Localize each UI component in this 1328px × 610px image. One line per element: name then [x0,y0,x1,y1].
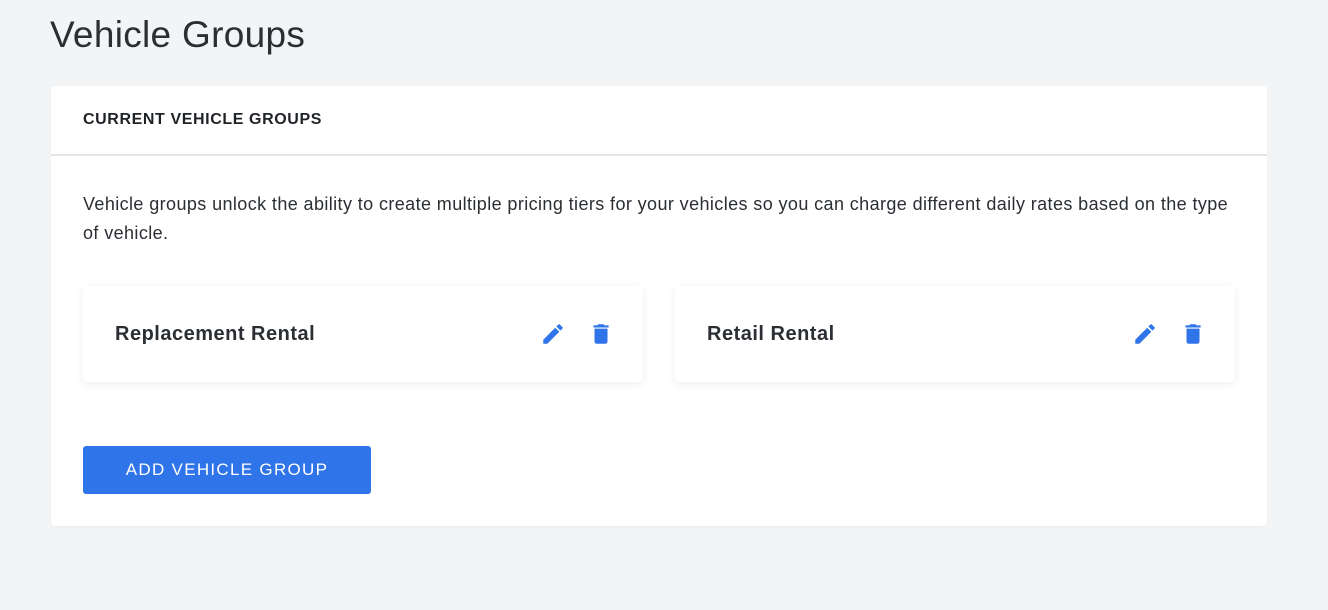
vehicle-group-name: Replacement Rental [115,322,316,345]
description-text: Vehicle groups unlock the ability to cre… [83,194,1229,243]
vehicle-groups-card: CURRENT VEHICLE GROUPS Vehicle groups un… [51,86,1267,526]
vehicle-group-card: Replacement Rental [83,286,643,382]
card-header-title: CURRENT VEHICLE GROUPS [83,111,322,128]
card-header: CURRENT VEHICLE GROUPS [51,86,1267,156]
trash-icon[interactable] [587,320,615,348]
trash-icon[interactable] [1179,320,1207,348]
edit-icon[interactable] [1131,320,1159,348]
vehicle-group-card: Retail Rental [675,286,1235,382]
vehicle-group-name: Retail Rental [707,322,835,345]
add-vehicle-group-button[interactable]: ADD VEHICLE GROUP [83,446,371,494]
page-title: Vehicle Groups [50,14,306,55]
edit-icon[interactable] [539,320,567,348]
